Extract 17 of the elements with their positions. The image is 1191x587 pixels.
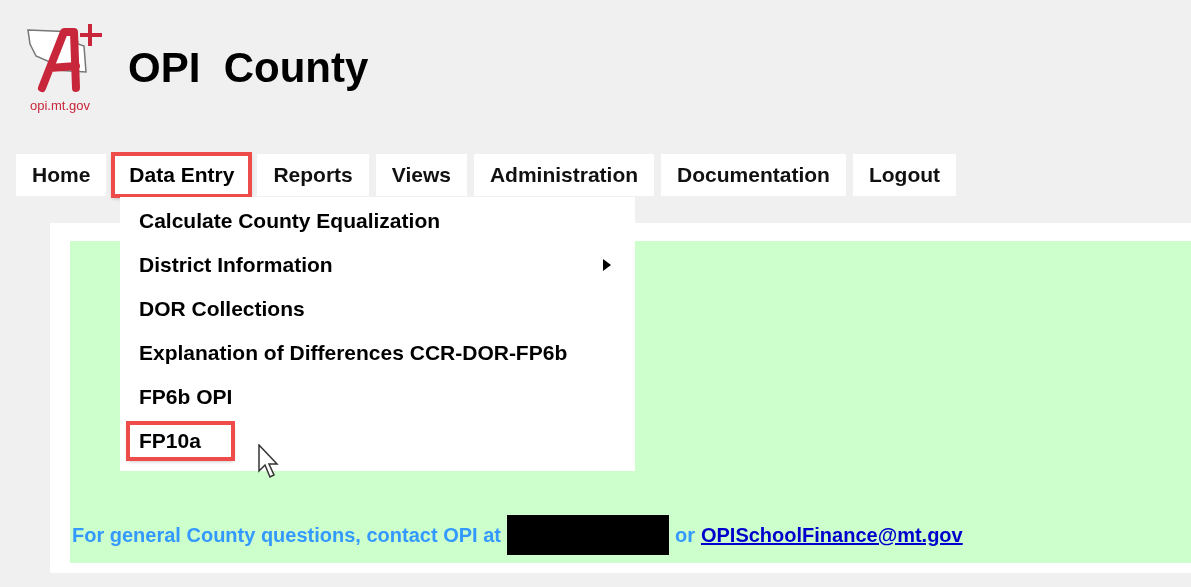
menu-item[interactable]: Explanation of Differences CCR-DOR-FP6b [128,335,578,371]
menu-item[interactable]: DOR Collections [128,291,315,327]
menu-item[interactable]: Calculate County Equalization [128,203,451,239]
nav-tab[interactable]: Documentation [661,154,846,196]
email-link[interactable]: OPISchoolFinance@mt.gov [700,523,963,547]
contact-text: For general County questions, contact OPI at or OPISchoolFinance@mt.gov [72,515,963,555]
app-title: OPI County [128,44,369,92]
menu-item[interactable]: FP6b OPI [128,379,243,415]
logo-text: opi.mt.gov [30,98,90,113]
nav-tab[interactable]: Reports [257,154,369,196]
nav-tab[interactable]: Data Entry [113,154,251,196]
menu-item[interactable]: District Information [128,247,343,283]
nav-tab[interactable]: Home [16,154,107,196]
nav-tab[interactable]: Views [375,154,467,196]
nav-tab[interactable]: Logout [852,154,957,196]
nav-tab[interactable]: Administration [473,154,655,196]
menu-item[interactable]: FP10a [128,423,233,459]
